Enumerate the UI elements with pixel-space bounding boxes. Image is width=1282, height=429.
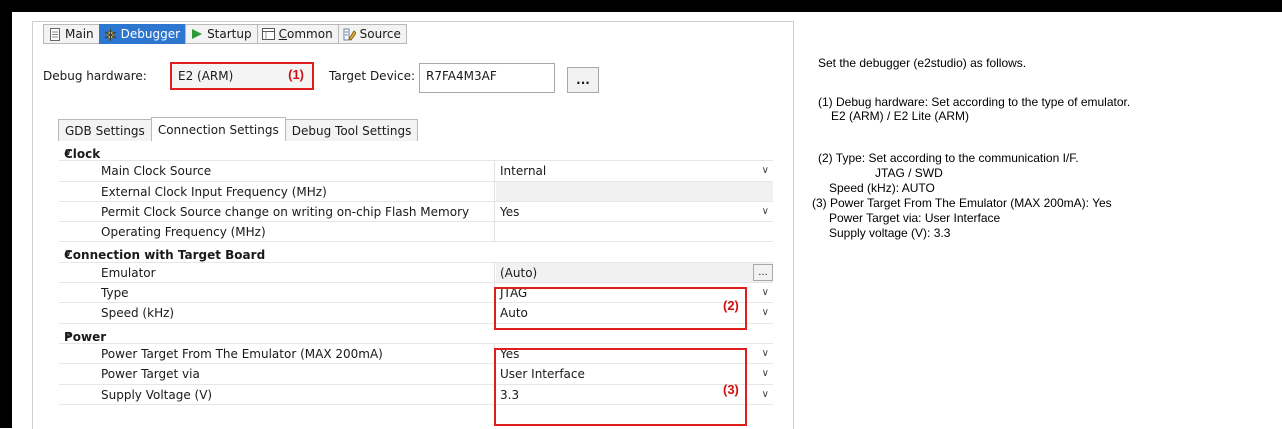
row-label: External Clock Input Frequency (MHz) [101, 184, 327, 199]
note-3c: Supply voltage (V): 3.3 [829, 226, 951, 240]
left-border [0, 0, 12, 428]
debug-config-panel: Main Debugger Startup Common Source Debu… [32, 21, 794, 429]
note-3a: (3) Power Target From The Emulator (MAX … [812, 196, 1112, 210]
row-emulator[interactable]: Emulator (Auto)... [59, 262, 773, 284]
note-intro: Set the debugger (e2studio) as follows. [818, 56, 1027, 70]
tab-startup-label: Startup [207, 27, 252, 41]
note-2b: JTAG / SWD [875, 166, 943, 180]
tab-common-accel: C [278, 27, 287, 41]
row-label: Main Clock Source [101, 164, 212, 179]
chevron-down-icon[interactable]: ∨ [762, 368, 769, 379]
tab-startup[interactable]: Startup [185, 24, 258, 44]
tab-common-label: ommon [287, 27, 333, 41]
row-value: (Auto) [500, 265, 538, 280]
highlight-box-3 [494, 348, 747, 426]
row-label: Supply Voltage (V) [101, 387, 213, 402]
target-device-label: Target Device: [329, 69, 416, 83]
marker-3: (3) [723, 382, 739, 397]
tab-common[interactable]: Common [256, 24, 339, 44]
debug-hardware-select[interactable]: E2 (ARM) (1) [170, 62, 314, 90]
row-label: Speed (kHz) [101, 306, 175, 321]
tab-gdb-settings[interactable]: GDB Settings [58, 119, 152, 141]
top-border [0, 0, 1282, 12]
row-main-clock-source[interactable]: Main Clock Source Internal ∨ [59, 161, 773, 182]
category-connection[interactable]: ∨ Connection with Target Board [59, 242, 773, 263]
debug-hardware-value: E2 (ARM) [178, 69, 234, 83]
debug-hardware-label: Debug hardware: [43, 69, 147, 83]
browse-emulator-button[interactable]: ... [753, 263, 773, 281]
chevron-down-icon[interactable]: ∨ [762, 165, 769, 176]
row-value: Yes [500, 204, 520, 219]
tab-source[interactable]: Source [337, 24, 407, 44]
category-connection-label: Connection with Target Board [64, 248, 266, 263]
browse-device-button[interactable]: ... [567, 67, 599, 93]
marker-1: (1) [288, 67, 304, 82]
category-clock-label: Clock [64, 147, 101, 161]
row-label: Permit Clock Source change on writing on… [101, 204, 470, 219]
category-clock[interactable]: ∨ Clock [59, 141, 773, 162]
row-permit-clock-change[interactable]: Permit Clock Source change on writing on… [59, 201, 773, 223]
note-1a: (1) Debug hardware: Set according to the… [818, 95, 1131, 109]
row-label: Operating Frequency (MHz) [101, 225, 266, 240]
row-label: Power Target via [101, 367, 200, 382]
note-2c: Speed (kHz): AUTO [829, 181, 935, 195]
marker-2: (2) [723, 298, 739, 313]
note-3b: Power Target via: User Interface [829, 211, 1001, 225]
row-label: Power Target From The Emulator (MAX 200m… [101, 346, 383, 361]
chevron-down-icon[interactable]: ∨ [762, 206, 769, 217]
category-power-label: Power [64, 329, 107, 344]
config-tabs: Main Debugger Startup Common Source [43, 24, 407, 46]
chevron-down-icon[interactable]: ∨ [762, 389, 769, 400]
tab-connection-settings[interactable]: Connection Settings [150, 117, 286, 141]
tab-debug-tool-settings[interactable]: Debug Tool Settings [284, 119, 419, 141]
note-2a: (2) Type: Set according to the communica… [818, 151, 1079, 165]
bug-icon [104, 28, 117, 41]
settings-subtabs: GDB Settings Connection Settings Debug T… [58, 117, 419, 141]
tab-debugger-label: Debugger [120, 27, 181, 41]
tab-main-label: Main [65, 27, 94, 41]
play-icon [190, 28, 203, 41]
source-icon [343, 28, 356, 41]
chevron-down-icon[interactable]: ∨ [762, 307, 769, 318]
chevron-down-icon[interactable]: ∨ [762, 287, 769, 298]
chevron-down-icon[interactable]: ∨ [762, 348, 769, 359]
row-label: Emulator [101, 265, 156, 280]
tab-main[interactable]: Main [43, 24, 100, 44]
tab-source-label: Source [359, 27, 401, 41]
note-1b: E2 (ARM) / E2 Lite (ARM) [831, 109, 970, 123]
row-label: Type [101, 286, 129, 301]
target-device-field[interactable]: R7FA4M3AF [419, 63, 555, 93]
row-operating-frequency[interactable]: Operating Frequency (MHz) [59, 222, 773, 243]
document-icon [48, 27, 61, 41]
window-icon [261, 28, 275, 41]
target-device-value: R7FA4M3AF [426, 69, 497, 83]
row-value: Internal [500, 164, 547, 179]
tab-debugger[interactable]: Debugger [98, 24, 187, 44]
row-external-clock[interactable]: External Clock Input Frequency (MHz) [59, 181, 773, 202]
highlight-box-2 [494, 287, 747, 330]
